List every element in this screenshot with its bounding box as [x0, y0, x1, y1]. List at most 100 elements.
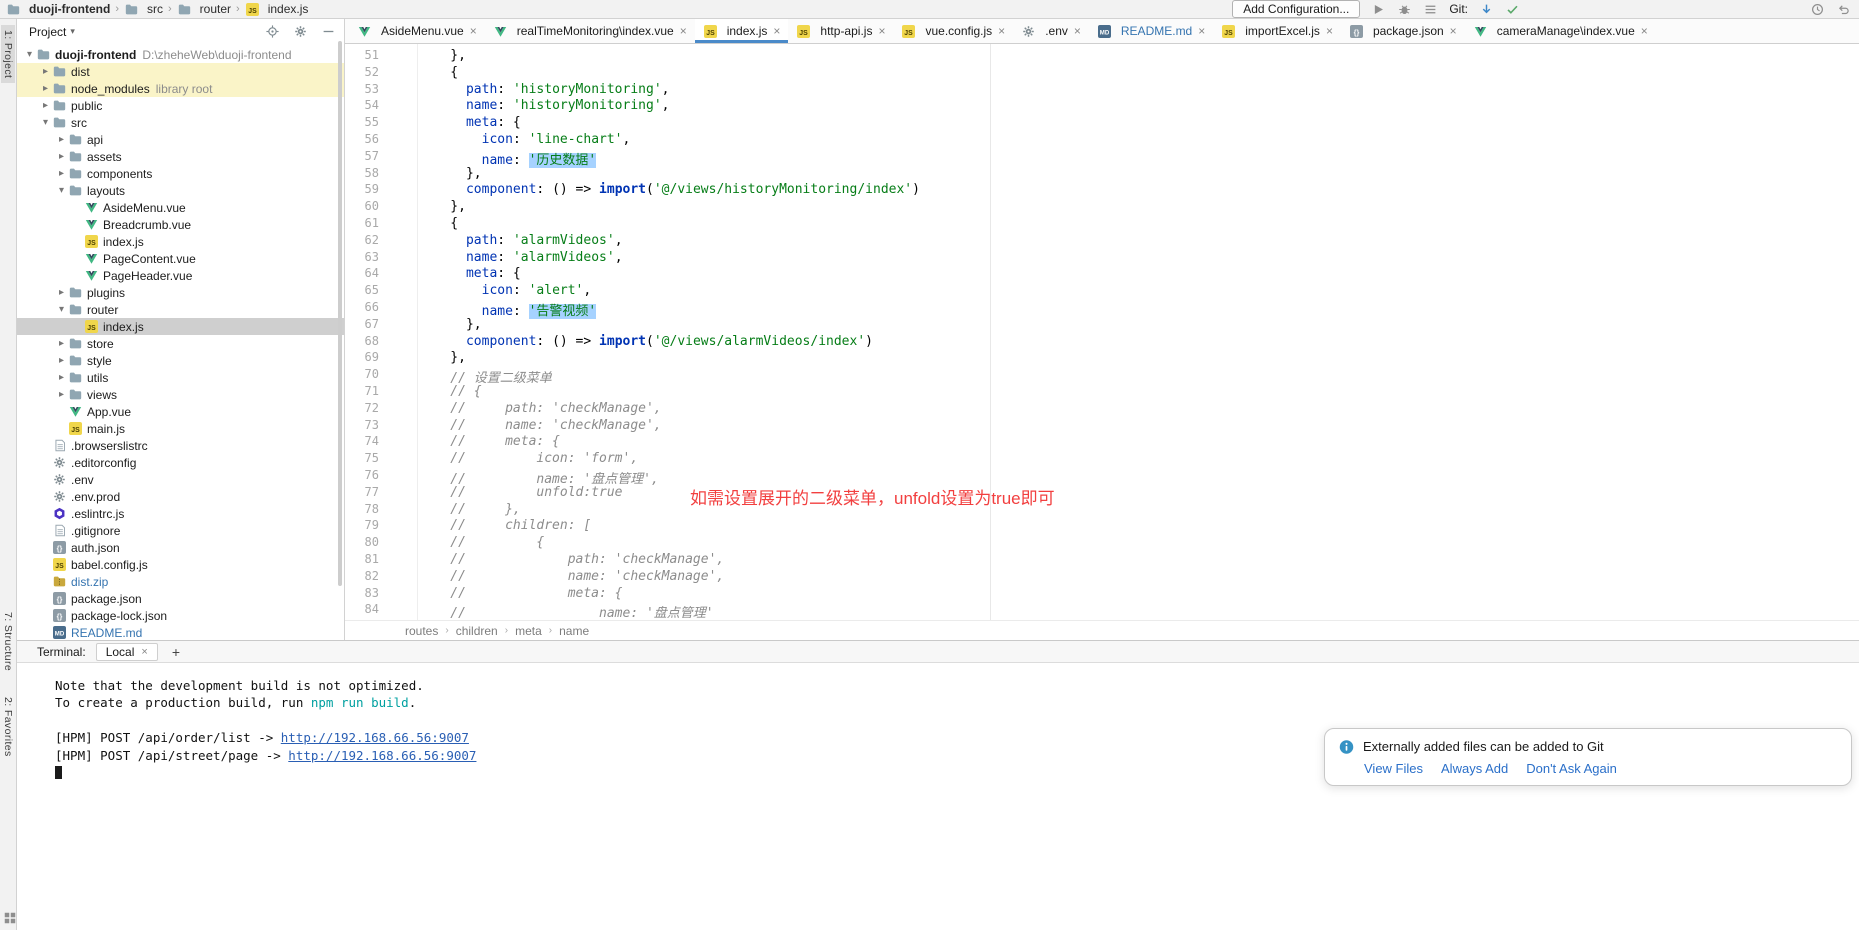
tab-asidemenu-vue[interactable]: AsideMenu.vue×: [349, 19, 485, 43]
tree-item-env[interactable]: .env: [17, 471, 344, 488]
close-tab-icon[interactable]: ×: [998, 24, 1005, 38]
git-update-icon[interactable]: [1479, 2, 1494, 17]
tree-item-index-js[interactable]: JSindex.js: [17, 233, 344, 250]
close-tab-icon[interactable]: ×: [470, 24, 477, 38]
code-line-55[interactable]: 55 meta: {: [345, 115, 1859, 132]
code-line-57[interactable]: 57 name: '历史数据': [345, 149, 1859, 166]
chevron-right-icon[interactable]: ▸: [55, 338, 68, 349]
chevron-right-icon[interactable]: ▸: [55, 355, 68, 366]
breadcrumb-item-router[interactable]: router: [177, 2, 231, 16]
scrollbar-thumb[interactable]: [338, 41, 342, 586]
code-line-65[interactable]: 65 icon: 'alert',: [345, 283, 1859, 300]
code-line-62[interactable]: 62 path: 'alarmVideos',: [345, 233, 1859, 250]
code-line-75[interactable]: 75 // icon: 'form',: [345, 451, 1859, 468]
tree-item-views[interactable]: ▸views: [17, 386, 344, 403]
chevron-down-icon[interactable]: ▾: [70, 26, 75, 37]
tab-index-js[interactable]: JSindex.js×: [695, 19, 789, 43]
tree-item-package-lock-json[interactable]: {}package-lock.json: [17, 607, 344, 624]
code-line-67[interactable]: 67 },: [345, 317, 1859, 334]
tab-http-api-js[interactable]: JShttp-api.js×: [788, 19, 893, 43]
tree-item-auth-json[interactable]: {}auth.json: [17, 539, 344, 556]
tree-item-eslintrc-js[interactable]: .eslintrc.js: [17, 505, 344, 522]
terminal-body[interactable]: Note that the development build is not o…: [17, 663, 1859, 930]
code-line-73[interactable]: 73 // name: 'checkManage',: [345, 418, 1859, 435]
tree-item-pageheader-vue[interactable]: PageHeader.vue: [17, 267, 344, 284]
tree-item-package-json[interactable]: {}package.json: [17, 590, 344, 607]
chevron-right-icon[interactable]: ▸: [55, 134, 68, 145]
git-commit-icon[interactable]: [1505, 2, 1520, 17]
tree-item-browserslistrc[interactable]: .browserslistrc: [17, 437, 344, 454]
tree-item-dist-zip[interactable]: dist.zip: [17, 573, 344, 590]
tree-item-breadcrumb-vue[interactable]: Breadcrumb.vue: [17, 216, 344, 233]
tree-item-src[interactable]: ▾src: [17, 114, 344, 131]
chevron-right-icon[interactable]: ▸: [39, 100, 52, 111]
breadcrumb-item-index-js[interactable]: JSindex.js: [245, 2, 309, 16]
tree-item-asidemenu-vue[interactable]: AsideMenu.vue: [17, 199, 344, 216]
close-tab-icon[interactable]: ×: [773, 24, 780, 38]
tree-item-public[interactable]: ▸public: [17, 97, 344, 114]
rollback-icon[interactable]: [1836, 2, 1851, 17]
tree-item-api[interactable]: ▸api: [17, 131, 344, 148]
tree-item-assets[interactable]: ▸assets: [17, 148, 344, 165]
code-line-77[interactable]: 77 // unfold:true: [345, 485, 1859, 502]
chevron-right-icon[interactable]: ▸: [55, 287, 68, 298]
tab-env[interactable]: .env×: [1013, 19, 1089, 43]
terminal-link[interactable]: http://192.168.66.56:9007: [281, 730, 469, 745]
code-line-80[interactable]: 80 // {: [345, 535, 1859, 552]
tab-cameramanage-index-vue[interactable]: cameraManage\index.vue×: [1465, 19, 1656, 43]
code-line-66[interactable]: 66 name: '告警视频': [345, 300, 1859, 317]
tree-item-store[interactable]: ▸store: [17, 335, 344, 352]
code-line-54[interactable]: 54 name: 'historyMonitoring',: [345, 98, 1859, 115]
code-line-72[interactable]: 72 // path: 'checkManage',: [345, 401, 1859, 418]
code-line-81[interactable]: 81 // path: 'checkManage',: [345, 552, 1859, 569]
chevron-down-icon[interactable]: ▾: [55, 304, 68, 315]
tree-item-app-vue[interactable]: App.vue: [17, 403, 344, 420]
terminal-link[interactable]: http://192.168.66.56:9007: [288, 748, 476, 763]
code-line-61[interactable]: 61 {: [345, 216, 1859, 233]
tree-item-pagecontent-vue[interactable]: PageContent.vue: [17, 250, 344, 267]
stripe-button-1-project[interactable]: 1: Project: [1, 25, 15, 83]
run-icon[interactable]: [1371, 2, 1386, 17]
project-view-selector[interactable]: Project: [29, 25, 66, 39]
chevron-right-icon[interactable]: ▸: [39, 83, 52, 94]
chevron-down-icon[interactable]: ▾: [23, 49, 36, 60]
tree-item-main-js[interactable]: JSmain.js: [17, 420, 344, 437]
notification-action-always-add[interactable]: Always Add: [1441, 761, 1508, 776]
stripe-button-2-favorites[interactable]: 2: Favorites: [1, 692, 15, 762]
tree-item-style[interactable]: ▸style: [17, 352, 344, 369]
code-line-70[interactable]: 70 // 设置二级菜单: [345, 367, 1859, 384]
tree-item-components[interactable]: ▸components: [17, 165, 344, 182]
history-icon[interactable]: [1810, 2, 1825, 17]
breadcrumb-item-duoji-frontend[interactable]: duoji-frontend: [6, 2, 110, 16]
code-line-83[interactable]: 83 // meta: {: [345, 586, 1859, 603]
close-tab-icon[interactable]: ×: [1074, 24, 1081, 38]
close-icon[interactable]: ×: [141, 646, 147, 658]
code-line-71[interactable]: 71 // {: [345, 384, 1859, 401]
tab-readme-md[interactable]: MDREADME.md×: [1089, 19, 1213, 43]
chevron-right-icon[interactable]: ▸: [55, 151, 68, 162]
new-terminal-icon[interactable]: +: [168, 644, 184, 660]
code-line-79[interactable]: 79 // children: [: [345, 518, 1859, 535]
tree-item-index-js[interactable]: JSindex.js: [17, 318, 344, 335]
stripe-button-7-structure[interactable]: 7: Structure: [1, 607, 15, 676]
tree-item-layouts[interactable]: ▾layouts: [17, 182, 344, 199]
code-line-64[interactable]: 64 meta: {: [345, 266, 1859, 283]
locate-file-icon[interactable]: [264, 24, 280, 40]
code-line-52[interactable]: 52 {: [345, 65, 1859, 82]
editor-breadcrumb-routes[interactable]: routes: [405, 624, 438, 638]
chevron-right-icon[interactable]: ▸: [39, 66, 52, 77]
close-tab-icon[interactable]: ×: [1326, 24, 1333, 38]
hide-panel-icon[interactable]: [320, 24, 336, 40]
code-line-60[interactable]: 60 },: [345, 199, 1859, 216]
terminal-tab-local[interactable]: Local ×: [96, 643, 158, 661]
code-line-51[interactable]: 51 },: [345, 48, 1859, 65]
code-line-56[interactable]: 56 icon: 'line-chart',: [345, 132, 1859, 149]
tree-item-dist[interactable]: ▸dist: [17, 63, 344, 80]
editor-breadcrumb-name[interactable]: name: [559, 624, 589, 638]
tree-item-readme-md[interactable]: MDREADME.md: [17, 624, 344, 640]
chevron-down-icon[interactable]: ▾: [39, 117, 52, 128]
gear-icon[interactable]: [292, 24, 308, 40]
chevron-right-icon[interactable]: ▸: [55, 389, 68, 400]
notification-action-view-files[interactable]: View Files: [1364, 761, 1423, 776]
tree-item-router[interactable]: ▾router: [17, 301, 344, 318]
